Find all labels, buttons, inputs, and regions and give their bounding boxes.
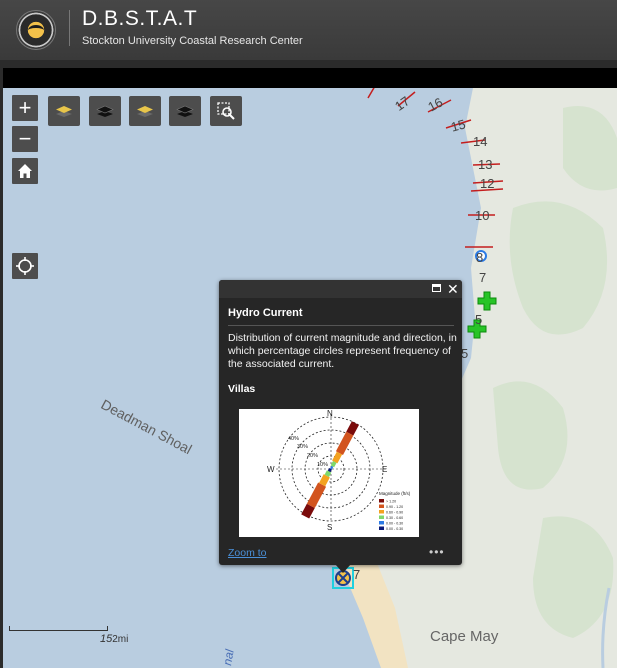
direction-label-e: E xyxy=(382,465,387,474)
map-toolbar-strip xyxy=(3,68,617,88)
more-actions-button[interactable]: ••• xyxy=(429,545,445,559)
ring-label: 10% xyxy=(317,462,328,468)
scale-label: 152mi xyxy=(100,633,128,645)
frame-border xyxy=(0,60,617,68)
legend-label: 0.60 - 0.90 xyxy=(386,510,403,514)
contour-label: 10 xyxy=(475,208,490,223)
legend-label: > 1.20 xyxy=(386,499,396,503)
legend-swatch xyxy=(379,510,384,514)
legend-label: 0.00 - 0.30 xyxy=(386,527,403,531)
contour-label: 5 xyxy=(475,312,483,327)
rose-chart-svg: N E S W 10% 20% 30% 40% Magnitude (ft/s)… xyxy=(267,409,411,532)
scale-unit: 2mi xyxy=(112,634,129,645)
legend-swatch xyxy=(379,521,384,525)
locate-crosshair-icon xyxy=(16,257,34,275)
popup-title: Hydro Current xyxy=(228,307,303,319)
legend-label: 0.90 - 1.20 xyxy=(386,505,403,509)
layers-icon xyxy=(96,105,114,117)
layers-icon xyxy=(137,106,153,117)
layer-toggle-button[interactable] xyxy=(89,96,121,126)
legend-title: Magnitude (ft/s) xyxy=(379,491,411,496)
legend-swatch xyxy=(379,504,384,508)
maximize-icon[interactable] xyxy=(432,284,441,292)
legend-label: 0.30 - 0.60 xyxy=(386,516,403,520)
home-icon xyxy=(18,164,32,178)
direction-label-n: N xyxy=(327,409,333,418)
ring-label: 20% xyxy=(307,453,318,459)
zoom-to-link[interactable]: Zoom to xyxy=(228,547,267,559)
place-label: Cape May xyxy=(430,628,499,645)
zoom-out-button[interactable]: − xyxy=(12,126,38,152)
legend-swatch xyxy=(379,515,384,519)
popup-description: Distribution of current magnitude and di… xyxy=(228,332,457,370)
locate-button[interactable] xyxy=(12,253,38,279)
contour-label: 8 xyxy=(476,250,484,265)
contour-label: 5 xyxy=(461,346,469,361)
zoom-in-button[interactable]: + xyxy=(12,95,38,121)
contour-label: 12 xyxy=(480,176,495,191)
contour-label: 7 xyxy=(479,270,487,285)
current-rose-chart: N E S W 10% 20% 30% 40% Magnitude (ft/s)… xyxy=(239,409,419,537)
app-title: D.B.S.T.A.T xyxy=(82,7,198,30)
close-icon[interactable]: ✕ xyxy=(447,280,459,298)
legend-swatch xyxy=(379,499,384,503)
popup-site-name: Villas xyxy=(228,383,256,395)
app-subtitle: Stockton University Coastal Research Cen… xyxy=(82,35,303,47)
feature-popup: ✕ Hydro Current Distribution of current … xyxy=(219,280,462,565)
contour-label: 14 xyxy=(473,134,488,149)
home-button[interactable] xyxy=(12,158,38,184)
contour-label: 13 xyxy=(478,157,493,172)
layer-toggle-button[interactable] xyxy=(129,96,161,126)
svg-text:nal: nal xyxy=(220,648,237,667)
direction-label-s: S xyxy=(327,523,332,532)
search-zoom-icon xyxy=(217,102,235,120)
legend-label: 0.00 - 0.30 xyxy=(386,521,403,525)
scale-bar xyxy=(9,626,108,631)
popup-divider xyxy=(228,325,454,326)
university-seal-icon xyxy=(16,10,56,50)
layer-toggle-button[interactable] xyxy=(169,96,201,126)
popup-pointer xyxy=(335,564,351,573)
layers-icon xyxy=(176,105,194,117)
contour-label: 7 xyxy=(353,567,361,582)
legend-swatch xyxy=(379,526,384,530)
ring-label: 30% xyxy=(297,444,308,450)
layer-toggle-button[interactable] xyxy=(48,96,80,126)
scale-number: 15 xyxy=(100,633,113,645)
ring-label: 40% xyxy=(288,436,299,442)
app-header: D.B.S.T.A.T Stockton University Coastal … xyxy=(0,0,617,60)
search-zoom-button[interactable] xyxy=(210,96,242,126)
popup-header xyxy=(219,280,462,298)
header-divider xyxy=(69,10,70,46)
legend: > 1.200.90 - 1.200.60 - 0.900.30 - 0.600… xyxy=(379,499,403,531)
layers-icon xyxy=(56,106,72,117)
direction-label-w: W xyxy=(267,465,275,474)
